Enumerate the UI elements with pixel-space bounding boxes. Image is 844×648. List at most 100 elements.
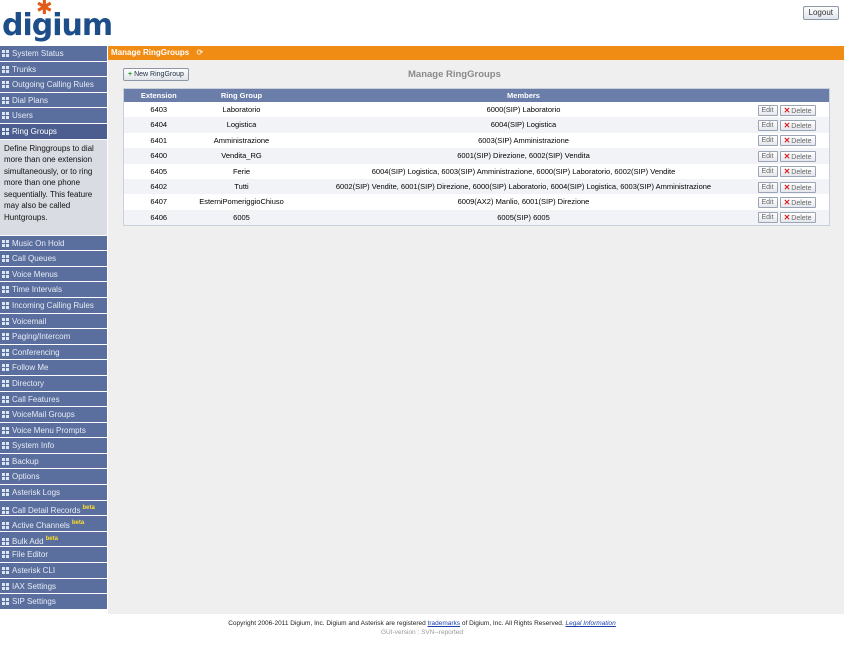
delete-button[interactable]: ✕Delete bbox=[779, 135, 816, 147]
sidebar-item-label: Voice Menus bbox=[12, 269, 58, 279]
sidebar-item-incoming-calling-rules[interactable]: Incoming Calling Rules bbox=[0, 297, 107, 314]
sidebar-item-call-detail-records[interactable]: Call Detail Records beta bbox=[0, 500, 107, 517]
grid-icon bbox=[2, 317, 10, 325]
sidebar-item-follow-me[interactable]: Follow Me bbox=[0, 360, 107, 376]
delete-label: Delete bbox=[791, 138, 812, 146]
grid-icon bbox=[2, 127, 10, 135]
sidebar-item-outgoing-calling-rules[interactable]: Outgoing Calling Rules bbox=[0, 77, 107, 93]
column-header-members[interactable]: Members bbox=[289, 88, 758, 102]
column-header-ring-group[interactable]: Ring Group bbox=[193, 88, 290, 102]
sidebar-item-options[interactable]: Options bbox=[0, 469, 107, 486]
page-title: Manage RingGroups bbox=[408, 69, 501, 80]
edit-button[interactable]: Edit bbox=[757, 135, 778, 147]
sidebar-item-call-features[interactable]: Call Features bbox=[0, 391, 107, 408]
edit-button[interactable]: Edit bbox=[757, 150, 778, 162]
column-header-extension[interactable]: Extension bbox=[123, 88, 194, 102]
sidebar-item-asterisk-cli[interactable]: Asterisk CLI bbox=[0, 563, 107, 579]
sidebar-item-file-editor[interactable]: File Editor bbox=[0, 547, 107, 564]
sidebar-item-voicemail[interactable]: Voicemail bbox=[0, 313, 107, 330]
cell-extension: 6401 bbox=[123, 132, 194, 149]
sidebar-item-voicemail-groups[interactable]: VoiceMail Groups bbox=[0, 407, 107, 423]
sidebar-item-label: System Info bbox=[12, 441, 55, 451]
logout-button[interactable]: Logout bbox=[802, 6, 839, 20]
delete-button[interactable]: ✕Delete bbox=[779, 196, 816, 208]
grid-icon bbox=[2, 567, 10, 575]
sidebar-item-label: File Editor bbox=[12, 550, 49, 560]
delete-button[interactable]: ✕Delete bbox=[779, 119, 816, 131]
sidebar-item-conferencing[interactable]: Conferencing bbox=[0, 344, 107, 361]
sidebar-item-time-intervals[interactable]: Time Intervals bbox=[0, 282, 107, 298]
ringgroups-table: Extension Ring Group Members 6403 Laborat… bbox=[123, 88, 830, 227]
beta-badge: beta bbox=[45, 535, 58, 542]
sidebar-nav: System Status Trunks Outgoing Calling Rule… bbox=[0, 46, 107, 614]
cell-actions: Edit ✕Delete bbox=[757, 132, 830, 149]
sidebar-item-users[interactable]: Users bbox=[0, 108, 107, 124]
delete-button[interactable]: ✕Delete bbox=[779, 150, 816, 162]
sidebar-item-sip-settings[interactable]: SIP Settings bbox=[0, 594, 107, 610]
edit-button[interactable]: Edit bbox=[757, 181, 778, 193]
edit-button[interactable]: Edit bbox=[757, 212, 778, 224]
table-row: 6407 EsterniPomeriggioChiuso 6009(AX2) Man… bbox=[123, 194, 830, 210]
sidebar-item-label: Options bbox=[12, 472, 40, 482]
cell-members: 6004(SIP) Logistica, 6003(SIP) Amministr… bbox=[289, 163, 758, 180]
delete-x-icon: ✕ bbox=[783, 151, 791, 161]
sidebar-item-system-info[interactable]: System Info bbox=[0, 438, 107, 454]
sidebar-item-label: VoiceMail Groups bbox=[12, 410, 75, 420]
edit-button[interactable]: Edit bbox=[757, 104, 778, 116]
grid-icon bbox=[2, 112, 10, 120]
cell-ring-group: Logistica bbox=[193, 117, 290, 133]
sidebar-item-label: Conferencing bbox=[12, 347, 60, 357]
legal-information-link[interactable]: Legal Information bbox=[566, 620, 616, 627]
trademarks-link[interactable]: trademarks bbox=[428, 620, 461, 627]
edit-button[interactable]: Edit bbox=[757, 119, 778, 131]
cell-extension: 6403 bbox=[123, 102, 194, 118]
refresh-icon[interactable]: ⟳ bbox=[196, 46, 203, 60]
sidebar-item-label: Asterisk Logs bbox=[12, 488, 61, 498]
sidebar-item-label: SIP Settings bbox=[12, 597, 56, 607]
sidebar-item-label: Bulk Add bbox=[12, 536, 44, 546]
sidebar-item-music-on-hold[interactable]: Music On Hold bbox=[0, 235, 107, 252]
table-row: 6404 Logistica 6004(SIP) Logistica Edit ✕Del… bbox=[123, 117, 830, 133]
sidebar-item-trunks[interactable]: Trunks bbox=[0, 61, 107, 78]
cell-actions: Edit ✕Delete bbox=[757, 102, 830, 118]
delete-button[interactable]: ✕Delete bbox=[779, 104, 816, 116]
sidebar-item-directory[interactable]: Directory bbox=[0, 375, 107, 392]
edit-button[interactable]: Edit bbox=[757, 196, 778, 208]
table-header-row: Extension Ring Group Members bbox=[123, 88, 830, 102]
grid-icon bbox=[2, 239, 10, 247]
cell-actions: Edit ✕Delete bbox=[757, 117, 830, 133]
grid-icon bbox=[2, 364, 10, 372]
cell-ring-group: Tutti bbox=[193, 179, 290, 195]
sidebar-item-label: Ring Groups bbox=[12, 126, 57, 136]
new-ringgroup-button[interactable]: + New RingGroup bbox=[123, 68, 189, 81]
delete-label: Delete bbox=[791, 153, 812, 161]
sidebar-item-system-status[interactable]: System Status bbox=[0, 46, 107, 62]
grid-icon bbox=[2, 551, 10, 559]
cell-members: 6003(SIP) Amministrazione bbox=[289, 132, 758, 149]
sidebar-item-ring-groups[interactable]: Ring Groups bbox=[0, 123, 107, 140]
sidebar-item-voice-menu-prompts[interactable]: Voice Menu Prompts bbox=[0, 422, 107, 439]
sidebar-item-dial-plans[interactable]: Dial Plans bbox=[0, 92, 107, 109]
cell-ring-group: 6005 bbox=[193, 209, 290, 226]
cell-extension: 6405 bbox=[123, 163, 194, 180]
sidebar-item-backup[interactable]: Backup bbox=[0, 453, 107, 470]
sidebar-item-paging-intercom[interactable]: Paging/Intercom bbox=[0, 329, 107, 345]
delete-button[interactable]: ✕Delete bbox=[779, 181, 816, 193]
sidebar-item-voice-menus[interactable]: Voice Menus bbox=[0, 266, 107, 283]
delete-button[interactable]: ✕Delete bbox=[779, 166, 816, 178]
sidebar-item-label: Call Queues bbox=[12, 254, 57, 264]
cell-extension: 6400 bbox=[123, 148, 194, 164]
new-ringgroup-label: New RingGroup bbox=[134, 71, 184, 78]
grid-icon bbox=[2, 489, 10, 497]
nav-group-top: System Status Trunks Outgoing Calling Rule… bbox=[0, 46, 107, 140]
edit-button[interactable]: Edit bbox=[757, 166, 778, 178]
cell-actions: Edit ✕Delete bbox=[757, 148, 830, 164]
sidebar-item-iax-settings[interactable]: IAX Settings bbox=[0, 578, 107, 595]
sidebar-item-label: Paging/Intercom bbox=[12, 332, 71, 342]
sidebar-item-label: Voice Menu Prompts bbox=[12, 425, 86, 435]
sidebar-item-bulk-add[interactable]: Bulk Add beta bbox=[0, 531, 107, 548]
sidebar-item-call-queues[interactable]: Call Queues bbox=[0, 251, 107, 267]
delete-button[interactable]: ✕Delete bbox=[779, 212, 816, 224]
sidebar-item-active-channels[interactable]: Active Channels beta bbox=[0, 516, 107, 532]
sidebar-item-asterisk-logs[interactable]: Asterisk Logs bbox=[0, 485, 107, 501]
